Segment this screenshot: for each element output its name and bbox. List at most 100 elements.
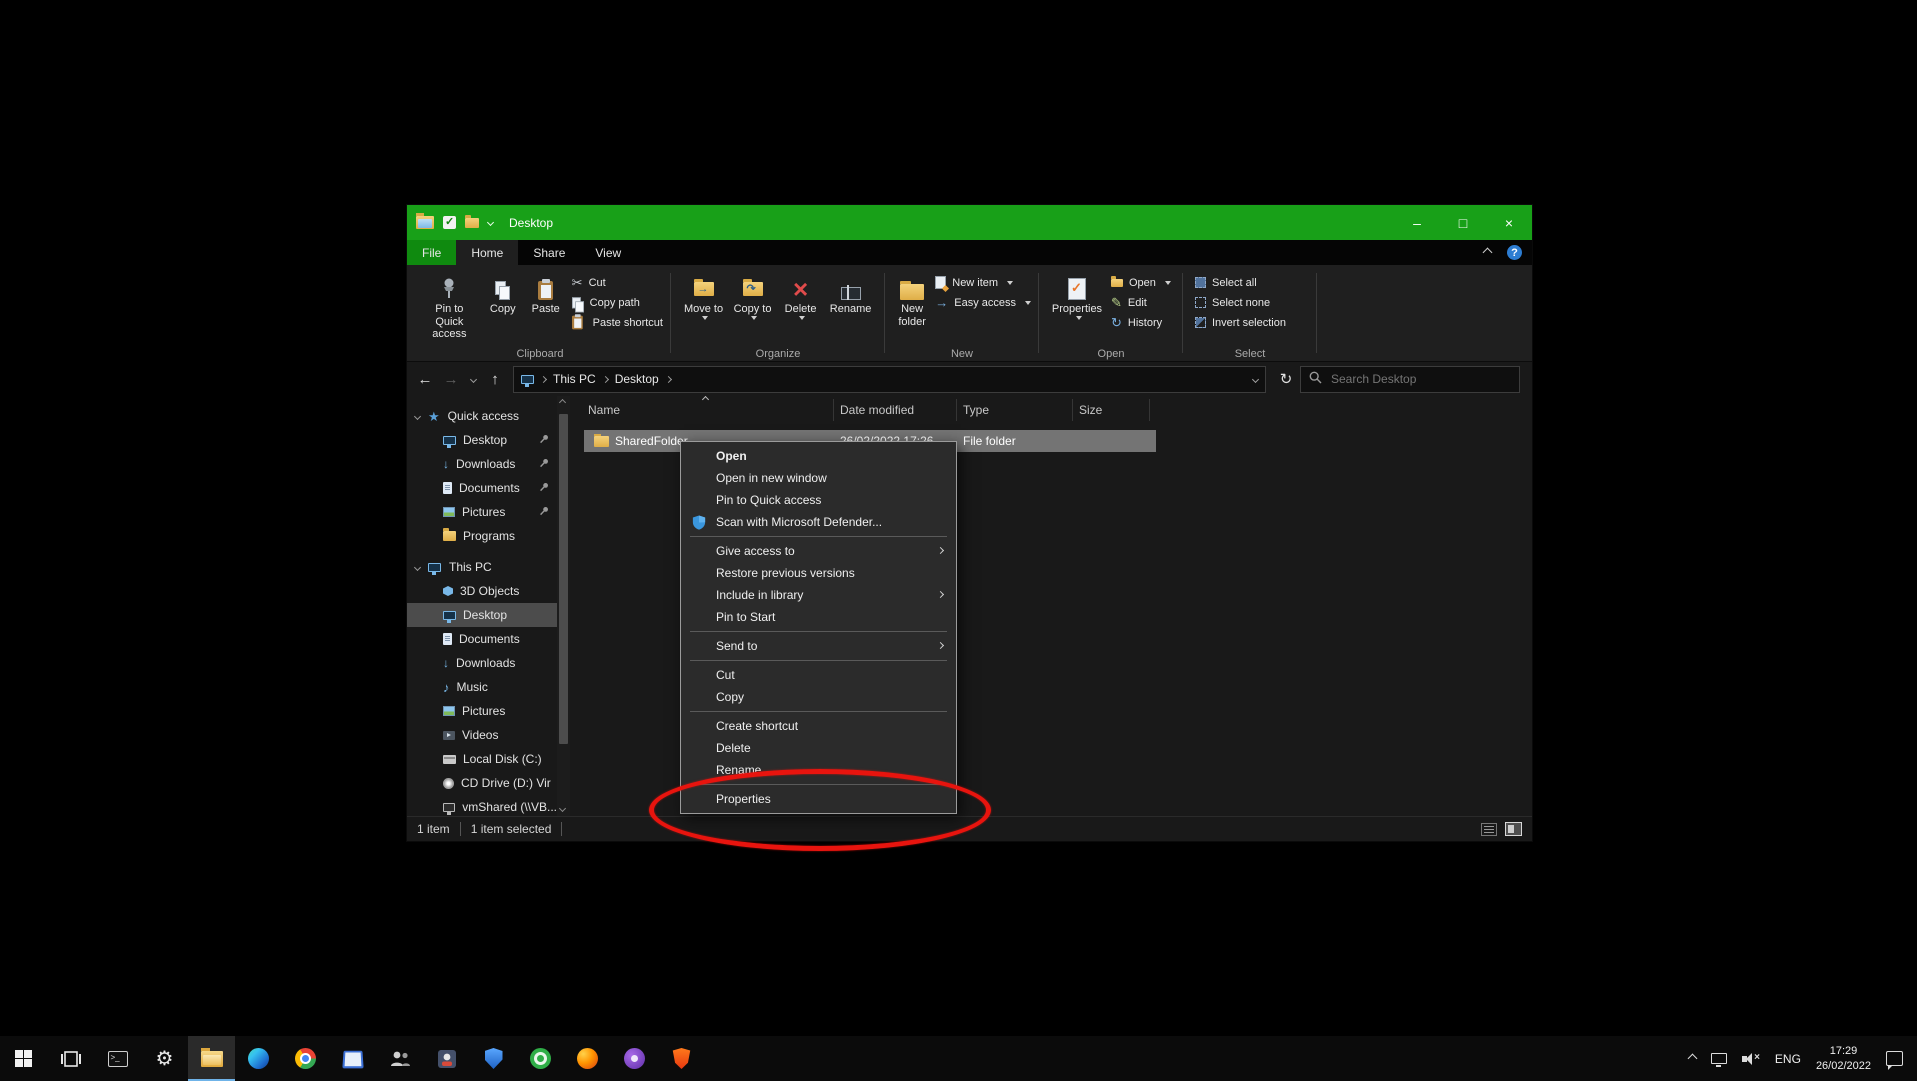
collapse-ribbon-icon[interactable] bbox=[1483, 248, 1493, 258]
brave-button[interactable] bbox=[658, 1036, 705, 1081]
tab-share[interactable]: Share bbox=[518, 240, 580, 265]
tab-home[interactable]: Home bbox=[456, 240, 518, 265]
context-menu-item-scan-with-defender[interactable]: Scan with Microsoft Defender... bbox=[681, 511, 956, 533]
sidebar-item-music[interactable]: ♪ Music bbox=[407, 675, 557, 699]
move-to-button[interactable]: → Move to bbox=[679, 269, 728, 323]
column-header-date-modified[interactable]: Date modified bbox=[834, 399, 957, 421]
scroll-down-icon[interactable] bbox=[559, 805, 566, 812]
easy-access-button[interactable]: → Easy access bbox=[935, 294, 1031, 311]
new-folder-button[interactable]: New folder bbox=[893, 269, 931, 331]
action-center-icon[interactable] bbox=[1886, 1051, 1903, 1066]
context-menu-item-create-shortcut[interactable]: Create shortcut bbox=[681, 715, 956, 737]
firefox-button[interactable] bbox=[564, 1036, 611, 1081]
rename-button[interactable]: Rename bbox=[824, 269, 877, 319]
purple-app-button[interactable] bbox=[611, 1036, 658, 1081]
context-menu-item-cut[interactable]: Cut bbox=[681, 664, 956, 686]
new-item-button[interactable]: New item bbox=[935, 274, 1031, 291]
tab-file[interactable]: File bbox=[407, 240, 456, 265]
terminal-button[interactable]: >_ bbox=[94, 1036, 141, 1081]
sidebar-item-desktop[interactable]: Desktop bbox=[407, 603, 557, 627]
sidebar-item-vmshared[interactable]: vmShared (\\VB... bbox=[407, 795, 557, 816]
sidebar-section-this-pc[interactable]: This PC bbox=[407, 555, 557, 579]
recent-locations-chevron-icon[interactable] bbox=[465, 367, 481, 391]
address-box[interactable]: This PC Desktop bbox=[513, 366, 1266, 393]
up-button[interactable]: ↑ bbox=[483, 367, 507, 391]
display-tray-icon[interactable] bbox=[1711, 1053, 1727, 1064]
context-menu-item-delete[interactable]: Delete bbox=[681, 737, 956, 759]
breadcrumb-chevron-icon[interactable] bbox=[602, 375, 609, 382]
sidebar-item-documents[interactable]: Documents bbox=[407, 627, 557, 651]
sidebar-item-videos[interactable]: Videos bbox=[407, 723, 557, 747]
clock[interactable]: 17:29 26/02/2022 bbox=[1816, 1044, 1871, 1074]
expand-chevron-icon[interactable] bbox=[414, 412, 421, 419]
sidebar-item-cd-drive-d[interactable]: CD Drive (D:) Vir bbox=[407, 771, 557, 795]
select-all-button[interactable]: Select all bbox=[1195, 274, 1286, 291]
history-button[interactable]: ↻ History bbox=[1111, 314, 1171, 331]
column-header-size[interactable]: Size bbox=[1073, 399, 1150, 421]
breadcrumb-chevron-icon[interactable] bbox=[540, 375, 547, 382]
open-button[interactable]: Open bbox=[1111, 274, 1171, 291]
context-menu-item-pin-to-quick-access[interactable]: Pin to Quick access bbox=[681, 489, 956, 511]
paste-shortcut-button[interactable]: Paste shortcut bbox=[572, 314, 663, 331]
column-header-type[interactable]: Type bbox=[957, 399, 1073, 421]
edit-button[interactable]: ✎ Edit bbox=[1111, 294, 1171, 311]
copy-to-button[interactable]: ↷ Copy to bbox=[728, 269, 777, 323]
chrome-button[interactable] bbox=[282, 1036, 329, 1081]
titlebar[interactable]: Desktop – □ × bbox=[407, 205, 1532, 240]
context-menu-item-open[interactable]: Open bbox=[681, 445, 956, 467]
context-menu-item-restore-previous-versions[interactable]: Restore previous versions bbox=[681, 562, 956, 584]
green-ring-app-button[interactable] bbox=[517, 1036, 564, 1081]
column-header-name[interactable]: Name bbox=[570, 399, 834, 421]
context-menu-item-open-in-new-window[interactable]: Open in new window bbox=[681, 467, 956, 489]
search-input[interactable] bbox=[1329, 371, 1511, 387]
back-button[interactable]: ← bbox=[413, 367, 437, 391]
refresh-button[interactable]: ↻ bbox=[1274, 367, 1298, 391]
context-menu-item-rename[interactable]: Rename bbox=[681, 759, 956, 781]
address-dropdown-chevron-icon[interactable] bbox=[1252, 375, 1259, 382]
edge-button[interactable] bbox=[235, 1036, 282, 1081]
sidebar-scrollbar[interactable] bbox=[557, 396, 570, 816]
security-shield-button[interactable] bbox=[470, 1036, 517, 1081]
tab-view[interactable]: View bbox=[580, 240, 636, 265]
sidebar-item-programs[interactable]: Programs bbox=[407, 524, 557, 548]
context-menu-item-include-in-library[interactable]: Include in library bbox=[681, 584, 956, 606]
copy-button[interactable]: Copy bbox=[482, 269, 524, 319]
close-button[interactable]: × bbox=[1486, 205, 1532, 240]
properties-qat-icon[interactable] bbox=[443, 216, 456, 229]
maximize-button[interactable]: □ bbox=[1440, 205, 1486, 240]
new-folder-qat-icon[interactable] bbox=[465, 218, 479, 228]
search-box[interactable] bbox=[1300, 366, 1520, 393]
pin-to-quick-access-button[interactable]: Pin to Quick access bbox=[417, 269, 482, 344]
sidebar-item-downloads-pinned[interactable]: ↓ Downloads bbox=[407, 452, 557, 476]
sidebar-item-documents-pinned[interactable]: Documents bbox=[407, 476, 557, 500]
context-menu-item-send-to[interactable]: Send to bbox=[681, 635, 956, 657]
cut-button[interactable]: ✂ Cut bbox=[572, 274, 663, 291]
sidebar-item-desktop-pinned[interactable]: Desktop bbox=[407, 428, 557, 452]
context-menu-item-give-access-to[interactable]: Give access to bbox=[681, 540, 956, 562]
hidden-icons-chevron-icon[interactable] bbox=[1687, 1054, 1697, 1064]
large-icons-view-button[interactable] bbox=[1505, 822, 1522, 836]
select-none-button[interactable]: Select none bbox=[1195, 294, 1286, 311]
context-menu-item-copy[interactable]: Copy bbox=[681, 686, 956, 708]
language-indicator[interactable]: ENG bbox=[1775, 1052, 1801, 1066]
context-menu-item-pin-to-start[interactable]: Pin to Start bbox=[681, 606, 956, 628]
scroll-up-icon[interactable] bbox=[559, 399, 566, 406]
breadcrumb-this-pc[interactable]: This PC bbox=[553, 372, 596, 386]
task-view-button[interactable] bbox=[47, 1036, 94, 1081]
sidebar-item-pictures-pinned[interactable]: Pictures bbox=[407, 500, 557, 524]
sidebar-item-pictures[interactable]: Pictures bbox=[407, 699, 557, 723]
help-icon[interactable]: ? bbox=[1507, 245, 1522, 260]
sidebar-item-local-disk-c[interactable]: Local Disk (C:) bbox=[407, 747, 557, 771]
copy-path-button[interactable]: Copy path bbox=[572, 294, 663, 311]
remote-app-button[interactable] bbox=[423, 1036, 470, 1081]
customize-qat-chevron-icon[interactable] bbox=[487, 219, 494, 226]
people-button[interactable] bbox=[376, 1036, 423, 1081]
delete-button[interactable]: × Delete bbox=[777, 269, 824, 323]
invert-selection-button[interactable]: Invert selection bbox=[1195, 314, 1286, 331]
scrollbar-thumb[interactable] bbox=[559, 414, 568, 744]
minimize-button[interactable]: – bbox=[1394, 205, 1440, 240]
sidebar-item-3d-objects[interactable]: 3D Objects bbox=[407, 579, 557, 603]
start-button[interactable] bbox=[0, 1036, 47, 1081]
expand-chevron-icon[interactable] bbox=[414, 563, 421, 570]
details-view-button[interactable] bbox=[1481, 823, 1497, 836]
